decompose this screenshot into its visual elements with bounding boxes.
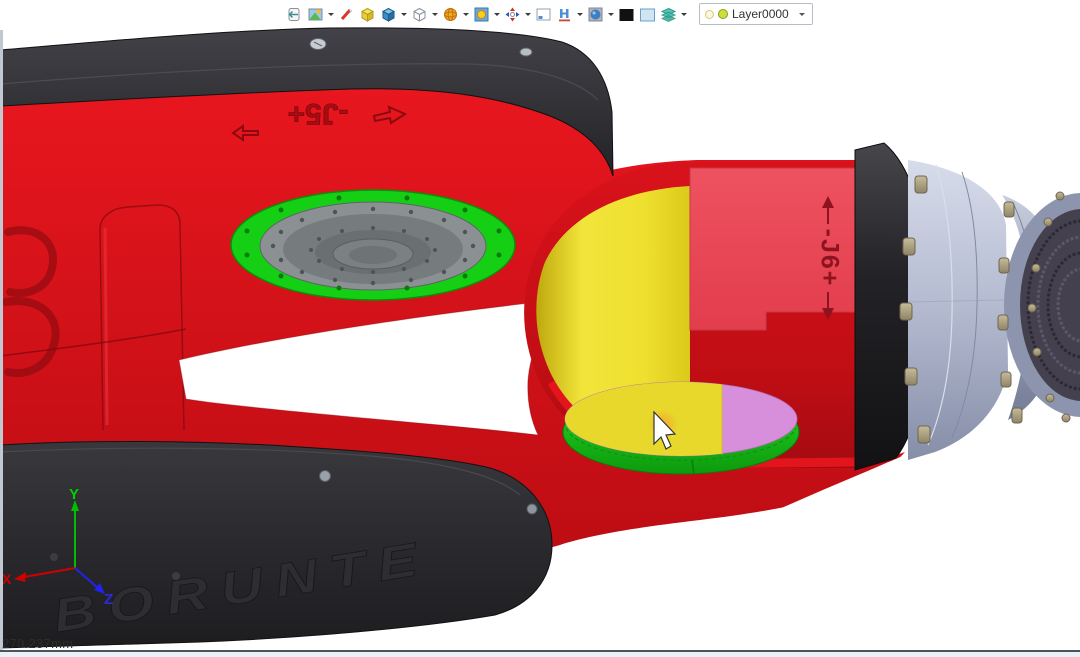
- layer-selector-value: Layer0000: [732, 7, 789, 21]
- dropdown-caret[interactable]: [608, 13, 614, 19]
- statusbar-divider: [0, 650, 1080, 652]
- cad-toolbar: Layer0000: [286, 2, 813, 26]
- color-black-swatch[interactable]: [618, 6, 635, 23]
- viewport-left-border: [0, 30, 3, 652]
- viewport-icon[interactable]: [535, 6, 552, 23]
- status-distance-readout: 270.237mm: [2, 636, 73, 651]
- layers-icon[interactable]: [660, 6, 677, 23]
- j6-text: -J6+: [815, 229, 843, 288]
- solid-box-icon[interactable]: [359, 6, 376, 23]
- axis-y-label: Y: [69, 486, 79, 503]
- axis-z-label: Z: [104, 591, 113, 608]
- tool-flange[interactable]: [900, 160, 1080, 460]
- view-style-icon[interactable]: [307, 6, 324, 23]
- axis-x-label: X: [2, 571, 12, 587]
- layer-state-icon: [705, 10, 714, 19]
- erase-icon[interactable]: [338, 6, 355, 23]
- section-icon[interactable]: [556, 6, 573, 23]
- lower-black-cover[interactable]: BORUNTE: [0, 441, 552, 648]
- color-blue-swatch[interactable]: [639, 6, 656, 23]
- exit-sketch-icon[interactable]: [286, 6, 303, 23]
- dropdown-caret[interactable]: [401, 13, 407, 19]
- orient-icon[interactable]: [504, 6, 521, 23]
- dropdown-caret[interactable]: [525, 13, 531, 19]
- dropdown-caret[interactable]: [577, 13, 583, 19]
- j5-text: -J5+: [288, 97, 349, 130]
- j6-bottom-disc[interactable]: [563, 382, 799, 474]
- material-sphere-icon[interactable]: [587, 6, 604, 23]
- statusbar-strip: [0, 652, 1080, 657]
- dropdown-caret[interactable]: [463, 13, 469, 19]
- layer-color-icon: [718, 9, 728, 19]
- dropdown-caret[interactable]: [328, 13, 334, 19]
- j6-selected-face[interactable]: -J6+: [690, 168, 857, 330]
- dropdown-caret[interactable]: [494, 13, 500, 19]
- chevron-down-icon[interactable]: [799, 13, 805, 19]
- layer-selector[interactable]: Layer0000: [699, 3, 813, 25]
- j5-bearing[interactable]: [231, 190, 515, 300]
- texture-icon[interactable]: [473, 6, 490, 23]
- dropdown-caret[interactable]: [432, 13, 438, 19]
- sphere-icon[interactable]: [442, 6, 459, 23]
- shaded-box-icon[interactable]: [380, 6, 397, 23]
- dropdown-caret[interactable]: [681, 13, 687, 19]
- cad-viewport[interactable]: -J5+ -J6+: [0, 0, 1080, 657]
- wireframe-box-icon[interactable]: [411, 6, 428, 23]
